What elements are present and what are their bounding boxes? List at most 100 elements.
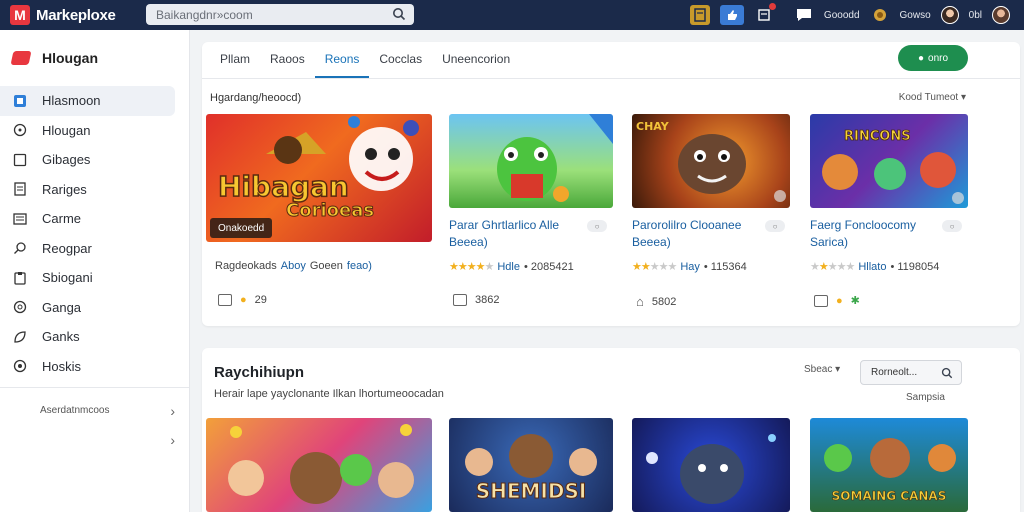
home-icon xyxy=(12,93,28,109)
sidebar-brand[interactable]: Hlougan xyxy=(0,30,189,86)
svg-text:CHAY: CHAY xyxy=(636,120,670,133)
game-count: • 2085421 xyxy=(523,260,574,273)
user-name-c: 0bl xyxy=(968,9,982,21)
tab-2[interactable]: Reons xyxy=(314,42,370,78)
sidebar-item-6[interactable]: Sbiogani xyxy=(0,263,175,293)
sidebar-item-3[interactable]: Rariges xyxy=(0,175,175,205)
game-rate-link[interactable]: Hay xyxy=(680,261,700,273)
sidebar-item-label: Ganga xyxy=(42,299,82,315)
sidebar-item-label: Carme xyxy=(42,211,82,227)
sidebar-item-7[interactable]: Ganga xyxy=(0,293,175,323)
sidebar-item-9[interactable]: Hoskis xyxy=(0,352,175,382)
game-meta: ★★★★★ Hllato • 1198054 xyxy=(810,260,939,274)
target-icon xyxy=(12,358,28,374)
sidebar: Hlougan Hlasmoon Hlougan Gibages Rariges Car… xyxy=(0,30,190,512)
chevron-right-icon: › xyxy=(170,402,175,419)
section-subtitle: Hgardang/heoocd) xyxy=(210,92,302,104)
game-title[interactable]: Parar Ghrtlarlico Alle Beeea) xyxy=(449,217,599,251)
game-title[interactable]: Faerg Foncloocomy Sarica) xyxy=(810,217,960,251)
image-icon xyxy=(453,294,467,306)
game-meta: ★★★★★ Hdle • 2085421 xyxy=(449,260,574,274)
top-right-actions: Gooodd Gowso 0bl xyxy=(689,0,1010,30)
game-count: • 115364 xyxy=(703,260,747,273)
game-footer: ⌂ 5802 xyxy=(636,294,676,309)
search-icon xyxy=(12,240,28,256)
notifications-icon[interactable] xyxy=(754,3,776,25)
sidebar-item-8[interactable]: Ganks xyxy=(0,322,175,352)
profile-avatar[interactable] xyxy=(992,6,1010,24)
app-logo[interactable]: M Markeploxe xyxy=(10,5,116,25)
game-footer-value: 5802 xyxy=(651,295,677,308)
search-icon[interactable] xyxy=(941,367,953,382)
game-rate-link[interactable]: Hdle xyxy=(497,261,520,273)
game-card[interactable]: Hibagan Corioeas Onakoedd Ragdeokads Abo… xyxy=(206,114,432,306)
sidebar-item-label: Sbiogani xyxy=(42,270,93,286)
compass-icon xyxy=(12,299,28,315)
game-rate-link[interactable]: Aboy xyxy=(281,260,306,272)
game-card[interactable]: Parar Ghrtlarlico Alle Beeea) ○ ★★★★★ Hd… xyxy=(449,114,613,306)
package-icon: ⌂ xyxy=(636,294,644,309)
sidebar-item-5[interactable]: Reogpar xyxy=(0,234,175,264)
game-thumbnail[interactable]: CHAY xyxy=(632,114,790,208)
sidebar-item-label: Reogpar xyxy=(42,240,92,256)
image-icon xyxy=(814,294,828,307)
recommended-section: Raychihiupn Herair lape yayclonante Ilka… xyxy=(202,348,1020,512)
tab-1[interactable]: Raoos xyxy=(260,42,315,78)
game-card[interactable]: RINCONS Faerg Foncloocomy Sarica) ○ ★★★★… xyxy=(810,114,968,307)
sidebar-footer-label: Aserdatnmcoos xyxy=(40,405,110,416)
section-search-placeholder: Rorneolt... xyxy=(871,367,918,378)
more-options-icon[interactable]: ○ xyxy=(942,220,962,232)
search-bar[interactable] xyxy=(146,4,414,25)
square-icon xyxy=(12,152,28,168)
game-thumbnail[interactable]: RINCONS xyxy=(810,114,968,208)
sidebar-item-4[interactable]: Carme xyxy=(0,204,175,234)
sidebar-item-0[interactable]: Hlasmoon xyxy=(0,86,175,116)
sidebar-item-2[interactable]: Gibages xyxy=(0,145,175,175)
svg-text:SHEMIDSI: SHEMIDSI xyxy=(476,479,587,503)
avatar[interactable] xyxy=(940,6,959,24)
game-card[interactable]: CHAY Parorolilro Clooanee Beeea) ○ ★★★★★… xyxy=(632,114,790,309)
game-title[interactable]: Parorolilro Clooanee Beeea) xyxy=(632,217,782,251)
game-meta-extra: Goeen xyxy=(309,260,343,272)
user-icon: ● xyxy=(836,294,843,307)
tab-0[interactable]: Pllam xyxy=(210,42,260,78)
svg-text:Corioeas: Corioeas xyxy=(286,200,374,221)
game-footer: ● 29 xyxy=(218,294,267,306)
game-thumbnail[interactable] xyxy=(449,114,613,208)
thumbs-up-icon[interactable] xyxy=(719,5,744,25)
more-options-icon[interactable]: ○ xyxy=(587,220,607,232)
game-thumbnail[interactable] xyxy=(632,418,790,512)
sort-dropdown[interactable]: Kood Tumeot ▾ xyxy=(899,92,966,103)
tab-4[interactable]: Uneencorion xyxy=(432,42,520,78)
game-thumbnail[interactable]: Hibagan Corioeas Onakoedd xyxy=(206,114,432,242)
section-search[interactable]: Rorneolt... xyxy=(860,360,962,385)
sort-dropdown[interactable]: Sbeac ▾ xyxy=(804,364,840,375)
game-meta-link[interactable]: feao) xyxy=(347,260,372,272)
sidebar-expand[interactable]: › xyxy=(0,425,189,454)
sidebar-nav: Hlasmoon Hlougan Gibages Rariges Carme Reogpa… xyxy=(0,86,189,381)
wallet-icon[interactable] xyxy=(689,5,710,25)
game-footer-value: 29 xyxy=(254,294,267,306)
game-thumbnail[interactable]: SHEMIDSI xyxy=(449,418,613,512)
rating-stars: ★★★★★ xyxy=(810,261,855,273)
sidebar-item-label: Hlougan xyxy=(42,122,91,138)
more-options-icon[interactable]: ○ xyxy=(765,220,785,232)
game-footer: ● ✱ xyxy=(814,294,860,307)
sidebar-item-label: Hlasmoon xyxy=(42,93,101,109)
chevron-right-icon: › xyxy=(170,431,175,448)
tab-3[interactable]: Cocclas xyxy=(369,42,432,78)
coin-icon[interactable] xyxy=(870,5,890,25)
game-footer: 3862 xyxy=(453,294,499,306)
sidebar-item-1[interactable]: Hlougan xyxy=(0,116,175,146)
search-icon[interactable] xyxy=(392,7,406,26)
svg-text:SOMAING CANAS: SOMAING CANAS xyxy=(832,489,947,503)
rating-stars: ★★★★★ xyxy=(632,261,677,273)
sidebar-footer-link[interactable]: Aserdatnmcoos › xyxy=(0,396,189,425)
game-thumbnail[interactable]: SOMAING CANAS xyxy=(810,418,968,512)
search-input[interactable] xyxy=(156,7,386,22)
chat-icon[interactable] xyxy=(794,5,814,25)
game-rate-link[interactable]: Hllato xyxy=(858,261,886,273)
primary-action-button[interactable]: ● onro xyxy=(898,45,968,71)
samples-link[interactable]: Sampsia xyxy=(906,392,945,403)
game-thumbnail[interactable] xyxy=(206,418,432,512)
